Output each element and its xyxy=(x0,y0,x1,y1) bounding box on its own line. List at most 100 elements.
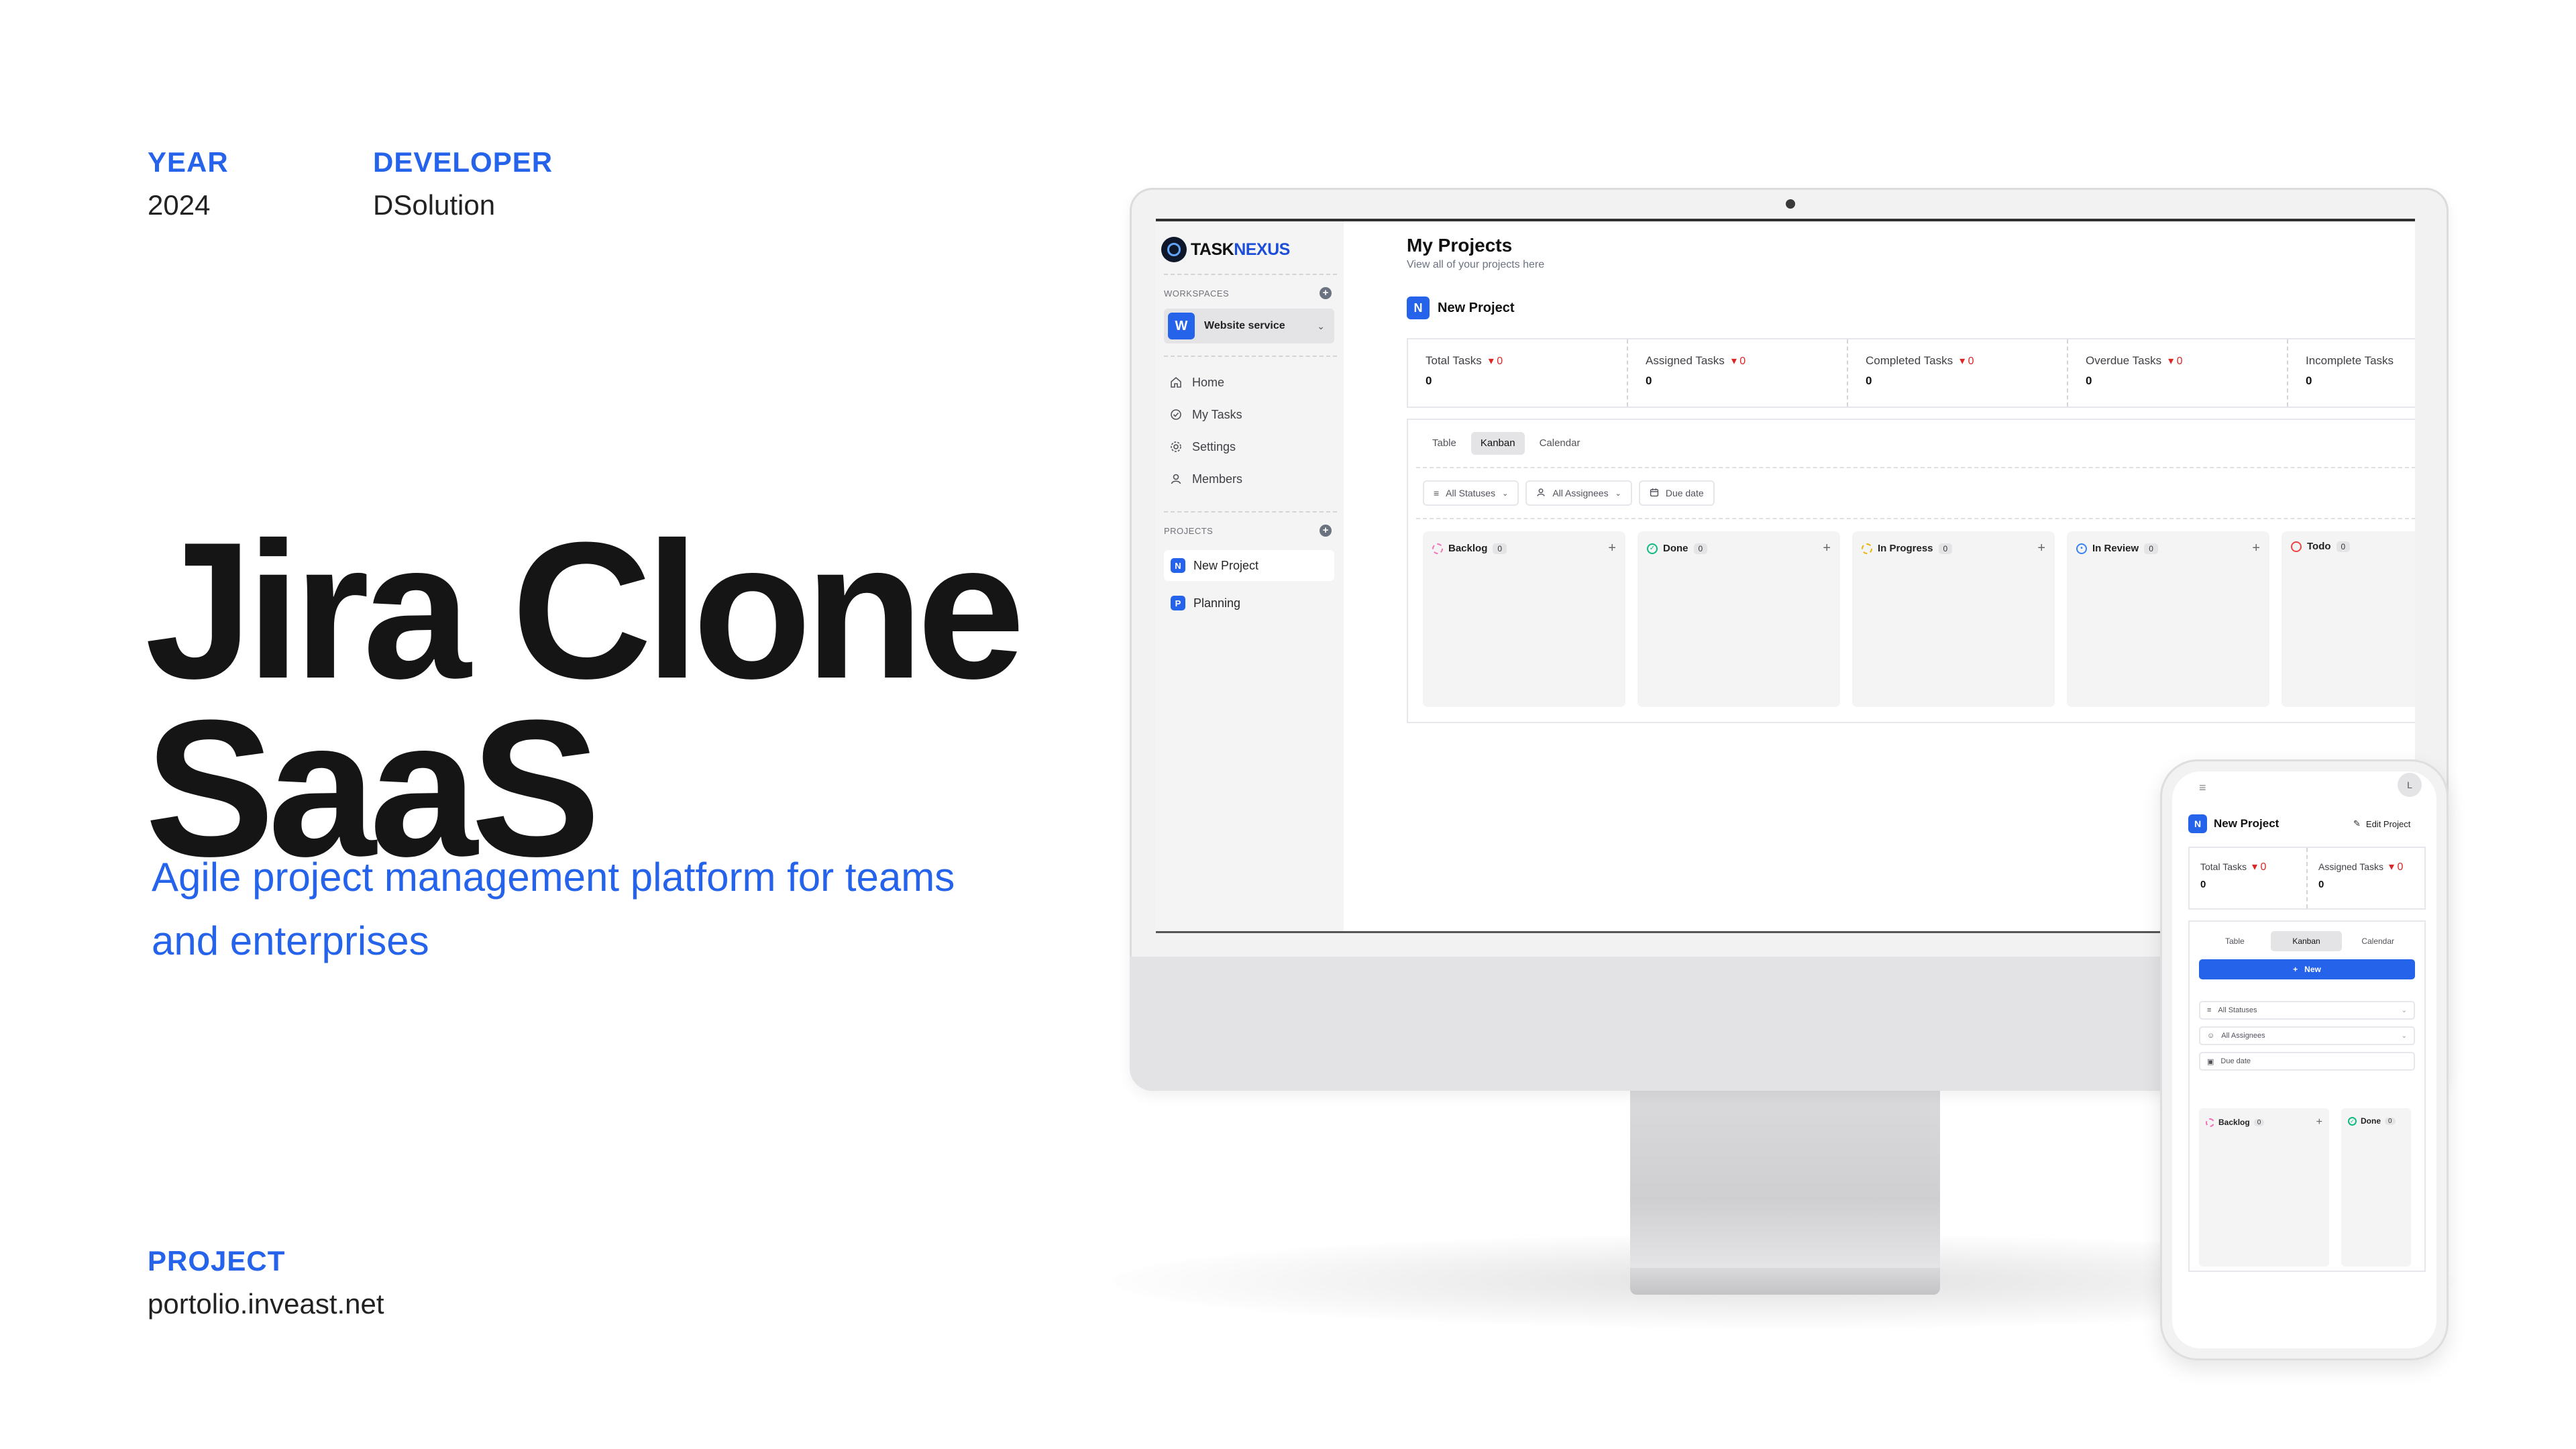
column-title: Done xyxy=(1663,543,1688,554)
stat-card: Assigned Tasks ▾ 0 0 xyxy=(1628,339,1848,407)
stat-label: Incomplete Tasks xyxy=(2306,354,2394,367)
view-tabs: Table Kanban Calendar xyxy=(2199,931,2414,951)
todo-status-icon xyxy=(2291,541,2302,552)
user-icon: ☺ xyxy=(2207,1032,2215,1040)
sidebar-project-planning[interactable]: P Planning xyxy=(1164,588,1334,619)
edit-project-label: Edit Project xyxy=(2365,818,2411,829)
kanban-column-in-progress: In Progress 0 + xyxy=(1852,531,2055,707)
stat-label: Overdue Tasks xyxy=(2086,354,2162,367)
developer-label: DEVELOPER xyxy=(373,146,553,178)
sidebar: TASKNEXUS WORKSPACES + W Website service… xyxy=(1156,221,1344,931)
kanban-column-done: ✓ Done 0 xyxy=(2341,1108,2411,1267)
add-workspace-icon[interactable]: + xyxy=(1320,287,1332,299)
developer-value: DSolution xyxy=(373,189,496,221)
stat-delta: ▾ 0 xyxy=(2252,861,2267,873)
stat-value: 0 xyxy=(2318,879,2324,890)
stat-label: Assigned Tasks xyxy=(1646,354,1725,367)
sidebar-project-new-project[interactable]: N New Project xyxy=(1164,550,1334,581)
task-board: Table Kanban Calendar ≡ All Statuses ⌄ A… xyxy=(1407,419,2415,723)
user-icon xyxy=(1169,472,1183,486)
plus-icon: + xyxy=(2293,965,2298,974)
chevron-down-icon: ⌄ xyxy=(1502,489,1509,498)
due-date-filter[interactable]: ▣ Due date xyxy=(2199,1052,2415,1071)
stat-delta: ▾ 0 xyxy=(1488,356,1503,367)
stats-row: Total Tasks ▾ 0 0 Assigned Tasks ▾ 0 0 Com… xyxy=(1407,338,2415,408)
add-task-icon[interactable]: + xyxy=(2316,1116,2322,1128)
task-board: Table Kanban Calendar + New ≡ All Status… xyxy=(2188,920,2426,1272)
assignee-filter-label: All Assignees xyxy=(1552,488,1609,498)
tab-table[interactable]: Table xyxy=(2199,931,2271,951)
project-url[interactable]: portolio.inveast.net xyxy=(148,1288,384,1320)
stats-row: Total Tasks ▾ 0 0 Assigned Tasks ▾ 0 0 xyxy=(2188,847,2426,910)
assignee-filter[interactable]: ☺ All Assignees ⌄ xyxy=(2199,1026,2415,1045)
stat-value: 0 xyxy=(2200,879,2206,890)
column-count: 0 xyxy=(1493,543,1507,554)
done-status-icon: ✓ xyxy=(1647,543,1658,554)
project-avatar: N xyxy=(1171,558,1185,573)
tab-kanban[interactable]: Kanban xyxy=(2270,931,2343,951)
new-task-button[interactable]: + New xyxy=(2199,959,2415,979)
stat-delta: ▾ 0 xyxy=(2168,356,2183,367)
hero-subtitle-line2: and enterprises xyxy=(152,918,429,963)
logo-text-part2: NEXUS xyxy=(1234,239,1290,259)
status-filter[interactable]: ≡ All Statuses ⌄ xyxy=(1423,480,1519,506)
projects-caption: PROJECTS xyxy=(1164,526,1214,536)
stat-value: 0 xyxy=(1866,374,1872,387)
add-task-icon[interactable]: + xyxy=(2037,541,2045,556)
chevron-down-icon: ⌄ xyxy=(1317,320,1325,331)
kanban-column-backlog: Backlog 0 + xyxy=(1423,531,1625,707)
stat-value: 0 xyxy=(2086,374,2092,387)
add-task-icon[interactable]: + xyxy=(1823,541,1831,556)
add-task-icon[interactable]: + xyxy=(2252,541,2260,556)
tab-kanban[interactable]: Kanban xyxy=(1470,432,1525,455)
stat-value: 0 xyxy=(2306,374,2312,387)
home-icon xyxy=(1169,376,1183,389)
column-title: Backlog xyxy=(2218,1118,2250,1127)
page-subtitle: View all of your projects here xyxy=(1407,259,1545,270)
sidebar-divider xyxy=(1164,356,1337,357)
page-title: My Projects xyxy=(1407,235,1513,256)
stat-card: Incomplete Tasks 0 xyxy=(2288,339,2415,407)
edit-project-button[interactable]: ✎ Edit Project xyxy=(2353,818,2410,829)
add-task-icon[interactable]: + xyxy=(1608,541,1616,556)
tab-table[interactable]: Table xyxy=(1423,432,1466,455)
check-circle-icon xyxy=(1169,408,1183,421)
tab-calendar[interactable]: Calendar xyxy=(1530,432,1590,455)
stat-card: Overdue Tasks ▾ 0 0 xyxy=(2068,339,2288,407)
status-filter[interactable]: ≡ All Statuses ⌄ xyxy=(2199,1001,2415,1020)
sidebar-item-settings[interactable]: Settings xyxy=(1169,435,1236,459)
sidebar-item-home[interactable]: Home xyxy=(1169,370,1224,394)
tab-calendar[interactable]: Calendar xyxy=(2342,931,2414,951)
kanban-columns: Backlog 0 + ✓ Done 0 xyxy=(2199,1108,2411,1267)
avatar[interactable]: L xyxy=(2398,773,2422,797)
sidebar-item-members[interactable]: Members xyxy=(1169,467,1242,491)
camera-icon xyxy=(1786,199,1795,209)
workspace-switcher[interactable]: W Website service ⌄ xyxy=(1164,309,1334,343)
logo-text-part1: TASK xyxy=(1191,239,1234,259)
menu-icon[interactable]: ≡ xyxy=(2199,781,2206,795)
due-date-filter[interactable]: Due date xyxy=(1638,480,1715,506)
stat-delta: ▾ 0 xyxy=(1731,356,1746,367)
board-divider xyxy=(1416,518,2415,519)
add-project-icon[interactable]: + xyxy=(1320,525,1332,537)
sidebar-item-label: Settings xyxy=(1192,439,1236,453)
list-icon: ≡ xyxy=(1434,488,1440,498)
stat-label: Total Tasks xyxy=(1426,354,1482,367)
sidebar-item-my-tasks[interactable]: My Tasks xyxy=(1169,402,1242,427)
assignee-filter-label: All Assignees xyxy=(2221,1032,2265,1040)
app-logo[interactable]: TASKNEXUS xyxy=(1161,235,1290,264)
workspaces-caption: WORKSPACES xyxy=(1164,288,1230,299)
column-count: 0 xyxy=(1938,543,1953,554)
stat-label: Completed Tasks xyxy=(1866,354,1953,367)
stat-delta: ▾ 0 xyxy=(1960,356,1974,367)
board-divider xyxy=(1416,467,2415,468)
user-icon xyxy=(1536,488,1546,499)
hero-title-line1: Jira Clone xyxy=(145,502,1025,719)
due-date-filter-label: Due date xyxy=(1665,488,1704,498)
mobile-screen: ≡ L N New Project ✎ Edit Project Total T… xyxy=(2172,771,2436,1348)
project-avatar: N xyxy=(2188,814,2207,833)
assignee-filter[interactable]: All Assignees ⌄ xyxy=(1525,480,1632,506)
chevron-down-icon: ⌄ xyxy=(1615,489,1621,498)
status-filter-label: All Statuses xyxy=(2218,1006,2257,1014)
project-header: N New Project xyxy=(1407,297,1514,319)
